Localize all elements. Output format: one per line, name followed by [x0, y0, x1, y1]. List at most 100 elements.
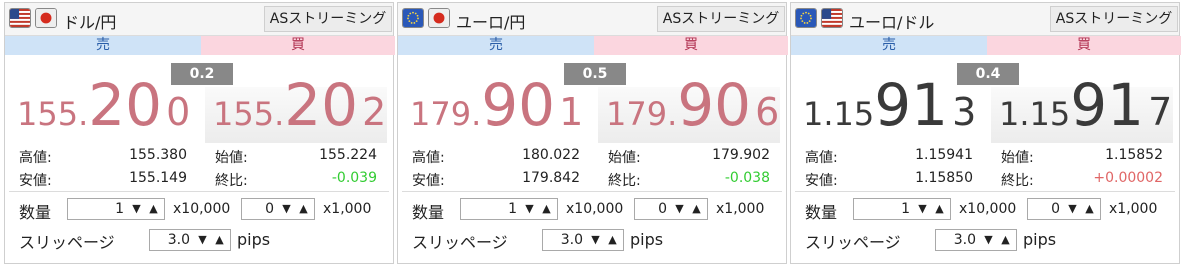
jp-flag-icon: [428, 8, 450, 28]
decrement-button[interactable]: ▼: [279, 202, 294, 216]
open-label: 始値:: [608, 150, 641, 166]
divider: [795, 191, 1175, 192]
decrement-button[interactable]: ▼: [1065, 202, 1080, 216]
multiplier-1000-label: x1,000: [716, 201, 765, 217]
change-value: -0.038: [724, 170, 770, 186]
buy-header[interactable]: 買: [987, 36, 1181, 55]
buy-price-prefix: 179.: [606, 95, 678, 133]
sell-price-button[interactable]: 179.90 1: [402, 71, 584, 143]
sell-price-fraction: 0: [166, 90, 191, 134]
low-label: 安値:: [19, 173, 52, 189]
increment-button[interactable]: ▲: [539, 202, 554, 216]
decrement-button[interactable]: ▼: [915, 202, 930, 216]
sell-price-pips: 91: [874, 71, 949, 139]
slippage-stepper[interactable]: 3.0 ▼ ▲: [542, 229, 624, 251]
quantity-1000-stepper[interactable]: 0 ▼ ▲: [241, 198, 315, 220]
increment-button[interactable]: ▲: [932, 202, 947, 216]
change-label: 終比:: [608, 173, 641, 189]
multiplier-1000-label: x1,000: [323, 201, 372, 217]
low-value: 179.842: [522, 170, 580, 186]
quantity-1000-stepper[interactable]: 0 ▼ ▲: [1027, 198, 1101, 220]
quantity-1000-value: 0: [1051, 201, 1060, 217]
increment-button[interactable]: ▲: [212, 233, 227, 247]
eu-flag-icon: [402, 8, 424, 28]
sell-price-prefix: 179.: [410, 95, 482, 133]
rate-panel-usdjpy: ドル/円 ASストリーミング 売 買 0.2 155.20 0 155.20 2 高…: [4, 2, 395, 264]
sell-header[interactable]: 売: [5, 36, 201, 55]
change-label: 終比:: [215, 173, 248, 189]
sell-header[interactable]: 売: [398, 36, 594, 55]
quantity-label: 数量: [412, 203, 445, 222]
low-value: 155.149: [129, 170, 187, 186]
increment-button[interactable]: ▲: [605, 233, 620, 247]
buy-price-prefix: 1.15: [999, 95, 1071, 133]
panel-header: ユーロ/ドル ASストリーミング: [791, 3, 1179, 36]
increment-button[interactable]: ▲: [998, 233, 1013, 247]
high-label: 高値:: [412, 150, 445, 166]
currency-pair-label: ユーロ/ドル: [849, 13, 935, 32]
decrement-button[interactable]: ▼: [588, 233, 603, 247]
increment-button[interactable]: ▲: [296, 202, 311, 216]
buy-price-fraction: 6: [755, 90, 780, 134]
as-streaming-button[interactable]: ASストリーミング: [264, 6, 392, 32]
buy-header[interactable]: 買: [594, 36, 788, 55]
sell-header[interactable]: 売: [791, 36, 987, 55]
buy-price-button[interactable]: 155.20 2: [205, 71, 387, 143]
buy-price-pips: 91: [1070, 71, 1145, 139]
sell-price-fraction: 3: [952, 90, 977, 134]
high-value: 180.022: [522, 147, 580, 163]
eu-flag-icon: [795, 8, 817, 28]
high-label: 高値:: [19, 150, 52, 166]
panel-header: ユーロ/円 ASストリーミング: [398, 3, 786, 36]
quantity-10000-value: 1: [508, 201, 517, 217]
quantity-label: 数量: [805, 203, 838, 222]
as-streaming-button[interactable]: ASストリーミング: [657, 6, 785, 32]
high-value: 1.15941: [915, 147, 973, 163]
buy-price-button[interactable]: 1.1591 7: [991, 71, 1173, 143]
decrement-button[interactable]: ▼: [129, 202, 144, 216]
buy-price-button[interactable]: 179.90 6: [598, 71, 780, 143]
buy-price-fraction: 2: [362, 90, 387, 134]
increment-button[interactable]: ▲: [689, 202, 704, 216]
decrement-button[interactable]: ▼: [672, 202, 687, 216]
as-streaming-button[interactable]: ASストリーミング: [1050, 6, 1178, 32]
quantity-10000-stepper[interactable]: 1 ▼ ▲: [460, 198, 558, 220]
high-value: 155.380: [129, 147, 187, 163]
decrement-button[interactable]: ▼: [981, 233, 996, 247]
buy-header[interactable]: 買: [201, 36, 395, 55]
low-label: 安値:: [412, 173, 445, 189]
quantity-1000-value: 0: [265, 201, 274, 217]
multiplier-10000-label: x10,000: [173, 201, 231, 217]
pips-label: pips: [630, 230, 664, 249]
sell-price-pips: 20: [88, 71, 163, 139]
change-value: -0.039: [331, 170, 377, 186]
decrement-button[interactable]: ▼: [522, 202, 537, 216]
us-flag-icon: [821, 8, 843, 28]
sell-price-fraction: 1: [559, 90, 584, 134]
open-label: 始値:: [215, 150, 248, 166]
quantity-1000-value: 0: [658, 201, 667, 217]
slippage-label: スリッページ: [412, 233, 508, 252]
slippage-stepper[interactable]: 3.0 ▼ ▲: [149, 229, 231, 251]
sell-price-button[interactable]: 155.20 0: [9, 71, 191, 143]
quantity-10000-stepper[interactable]: 1 ▼ ▲: [853, 198, 951, 220]
open-value: 1.15852: [1105, 147, 1163, 163]
slippage-label: スリッページ: [805, 233, 901, 252]
sell-price-pips: 90: [481, 71, 556, 139]
pips-label: pips: [237, 230, 271, 249]
slippage-value: 3.0: [953, 232, 976, 248]
slippage-label: スリッページ: [19, 233, 115, 252]
quantity-1000-stepper[interactable]: 0 ▼ ▲: [634, 198, 708, 220]
increment-button[interactable]: ▲: [146, 202, 161, 216]
multiplier-1000-label: x1,000: [1109, 201, 1158, 217]
buy-price-pips: 90: [677, 71, 752, 139]
multiplier-10000-label: x10,000: [566, 201, 624, 217]
sell-price-button[interactable]: 1.1591 3: [795, 71, 977, 143]
quantity-10000-stepper[interactable]: 1 ▼ ▲: [67, 198, 165, 220]
quantity-10000-value: 1: [115, 201, 124, 217]
increment-button[interactable]: ▲: [1082, 202, 1097, 216]
decrement-button[interactable]: ▼: [195, 233, 210, 247]
sell-price-prefix: 1.15: [803, 95, 875, 133]
panel-header: ドル/円 ASストリーミング: [5, 3, 393, 36]
slippage-stepper[interactable]: 3.0 ▼ ▲: [935, 229, 1017, 251]
